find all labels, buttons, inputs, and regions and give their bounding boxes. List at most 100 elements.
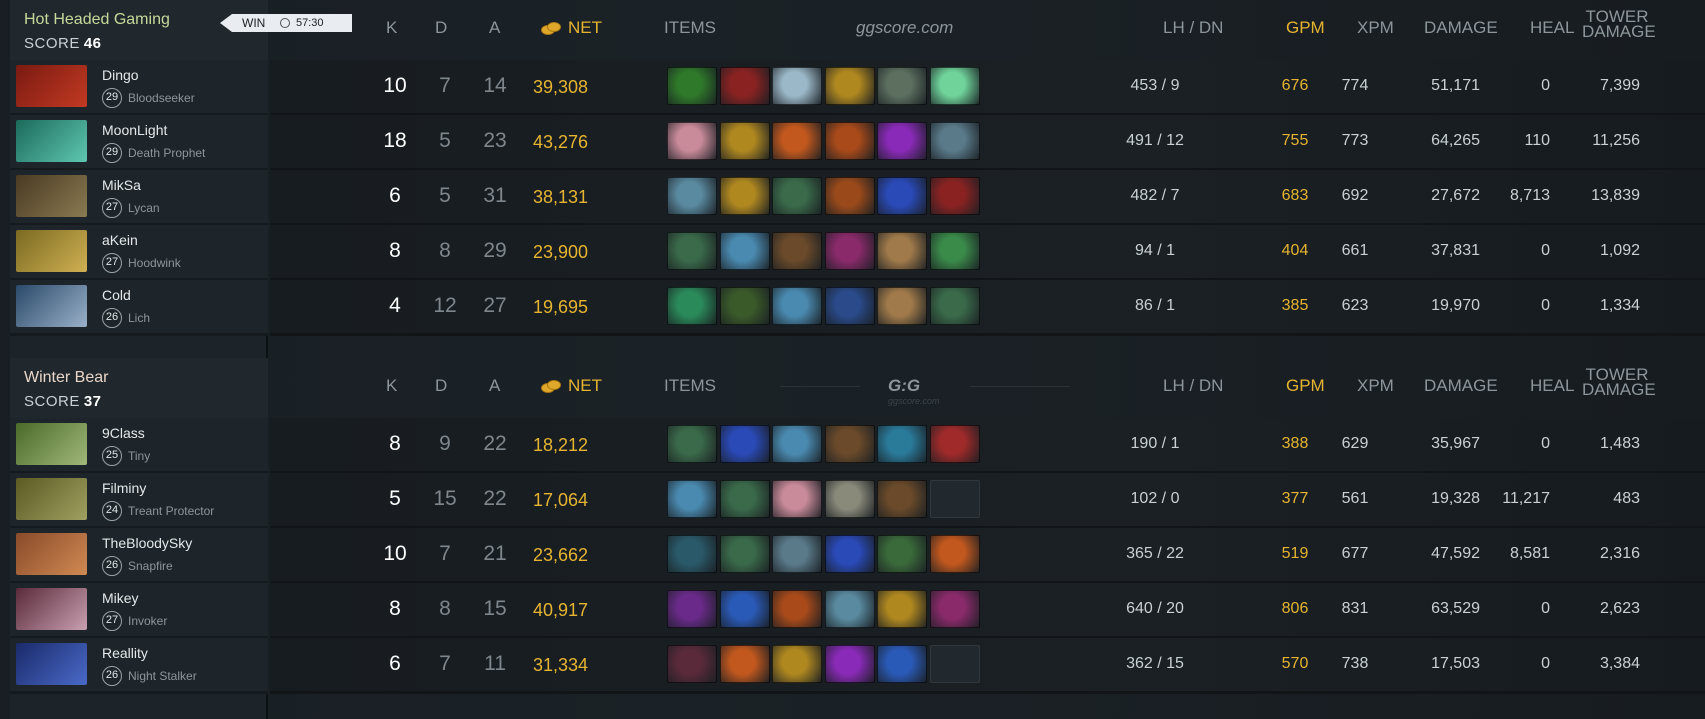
player-row[interactable]: Filminy 24 Treant Protector bbox=[10, 473, 268, 529]
kills: 4 bbox=[389, 294, 401, 317]
item-icon[interactable] bbox=[877, 122, 927, 160]
player-panel: Hot Headed Gaming SCORE 46 WIN 57:30 Wint… bbox=[10, 0, 352, 719]
item-icon[interactable] bbox=[772, 232, 822, 270]
player-name[interactable]: MoonLight bbox=[102, 122, 167, 138]
header-tower-line2: DAMAGE bbox=[1582, 22, 1656, 41]
item-icon[interactable] bbox=[824, 425, 875, 463]
item-icon[interactable] bbox=[929, 287, 980, 325]
item-icon[interactable] bbox=[824, 177, 875, 215]
player-row[interactable]: aKein 27 Hoodwink bbox=[10, 225, 268, 281]
logo-divider-left bbox=[780, 386, 860, 387]
hero-damage: 63,529 bbox=[1431, 600, 1480, 617]
item-icon[interactable] bbox=[772, 425, 822, 463]
xpm: 774 bbox=[1341, 77, 1369, 94]
item-icon[interactable] bbox=[929, 67, 980, 105]
last-hits-denies: 190 / 1 bbox=[1130, 435, 1180, 452]
item-icon[interactable] bbox=[772, 67, 822, 105]
item-icon[interactable] bbox=[719, 590, 770, 628]
item-icon[interactable] bbox=[719, 480, 770, 518]
item-icon[interactable] bbox=[929, 590, 980, 628]
item-icon[interactable] bbox=[719, 287, 770, 325]
item-icon[interactable] bbox=[929, 535, 980, 573]
item-icon[interactable] bbox=[772, 645, 822, 683]
item-icon[interactable] bbox=[667, 590, 717, 628]
player-row[interactable]: TheBloodySky 26 Snapfire bbox=[10, 528, 268, 584]
item-icon[interactable] bbox=[719, 177, 770, 215]
item-icon[interactable] bbox=[667, 287, 717, 325]
player-name[interactable]: Filminy bbox=[102, 480, 146, 496]
tower-damage: 13,839 bbox=[1591, 187, 1640, 204]
assists: 22 bbox=[483, 487, 507, 510]
player-name[interactable]: 9Class bbox=[102, 425, 145, 441]
item-icon[interactable] bbox=[929, 122, 980, 160]
hero-damage: 17,503 bbox=[1431, 655, 1480, 672]
player-name[interactable]: aKein bbox=[102, 232, 138, 248]
item-icon[interactable] bbox=[667, 122, 717, 160]
player-row[interactable]: MoonLight 29 Death Prophet bbox=[10, 115, 268, 171]
item-icon[interactable] bbox=[929, 232, 980, 270]
item-icon[interactable] bbox=[667, 645, 717, 683]
item-icon[interactable] bbox=[667, 232, 717, 270]
player-name[interactable]: Cold bbox=[102, 287, 131, 303]
player-row[interactable]: Mikey 27 Invoker bbox=[10, 583, 268, 639]
item-icon[interactable] bbox=[772, 480, 822, 518]
player-row[interactable]: MikSa 27 Lycan bbox=[10, 170, 268, 226]
player-row[interactable]: Cold 26 Lich bbox=[10, 280, 268, 336]
item-icon[interactable] bbox=[667, 425, 717, 463]
gpm: 385 bbox=[1281, 297, 1309, 314]
item-icon[interactable] bbox=[719, 645, 770, 683]
item-icon[interactable] bbox=[824, 480, 875, 518]
item-icon[interactable] bbox=[824, 645, 875, 683]
item-icon[interactable] bbox=[719, 67, 770, 105]
player-name[interactable]: Reallity bbox=[102, 645, 148, 661]
item-icon[interactable] bbox=[719, 122, 770, 160]
item-icon[interactable] bbox=[824, 287, 875, 325]
item-icon[interactable] bbox=[877, 232, 927, 270]
kills: 6 bbox=[389, 652, 401, 675]
item-icon[interactable] bbox=[667, 535, 717, 573]
item-icon[interactable] bbox=[877, 177, 927, 215]
player-row[interactable]: Dingo 29 Bloodseeker bbox=[10, 60, 268, 116]
item-icon[interactable] bbox=[877, 645, 927, 683]
item-icon[interactable] bbox=[824, 232, 875, 270]
player-name[interactable]: TheBloodySky bbox=[102, 535, 192, 551]
item-icon[interactable] bbox=[877, 480, 927, 518]
item-icon[interactable] bbox=[929, 425, 980, 463]
tower-damage: 483 bbox=[1613, 490, 1640, 507]
header-d: D bbox=[435, 18, 448, 37]
item-icon[interactable] bbox=[877, 67, 927, 105]
item-icon[interactable] bbox=[824, 122, 875, 160]
item-icon[interactable] bbox=[719, 232, 770, 270]
item-icon[interactable] bbox=[929, 177, 980, 215]
item-icon[interactable] bbox=[667, 177, 717, 215]
item-icon[interactable] bbox=[772, 590, 822, 628]
item-icon[interactable] bbox=[877, 590, 927, 628]
player-row[interactable]: 9Class 25 Tiny bbox=[10, 418, 268, 474]
hero-name: Snapfire bbox=[128, 559, 173, 573]
item-icon[interactable] bbox=[824, 535, 875, 573]
item-icon[interactable] bbox=[772, 177, 822, 215]
item-icon[interactable] bbox=[772, 287, 822, 325]
stats-row: 8 8 15 40,917 640 / 20 806 831 63,529 0 2,623 bbox=[270, 583, 1705, 639]
item-icon[interactable] bbox=[877, 425, 927, 463]
item-icon[interactable] bbox=[667, 67, 717, 105]
item-icon[interactable] bbox=[772, 535, 822, 573]
item-icon[interactable] bbox=[877, 535, 927, 573]
item-icon[interactable] bbox=[667, 480, 717, 518]
player-name[interactable]: Dingo bbox=[102, 67, 139, 83]
xpm: 738 bbox=[1341, 655, 1369, 672]
gpm: 519 bbox=[1281, 545, 1309, 562]
item-icon[interactable] bbox=[772, 122, 822, 160]
xpm: 677 bbox=[1341, 545, 1369, 562]
hero-damage: 64,265 bbox=[1431, 132, 1480, 149]
item-icon[interactable] bbox=[719, 425, 770, 463]
player-name[interactable]: MikSa bbox=[102, 177, 141, 193]
player-row[interactable]: Reallity 26 Night Stalker bbox=[10, 638, 268, 694]
xpm: 561 bbox=[1341, 490, 1369, 507]
player-name[interactable]: Mikey bbox=[102, 590, 139, 606]
item-icon[interactable] bbox=[824, 590, 875, 628]
item-icon[interactable] bbox=[877, 287, 927, 325]
hero-name: Lycan bbox=[128, 201, 160, 215]
item-icon[interactable] bbox=[824, 67, 875, 105]
item-icon[interactable] bbox=[719, 535, 770, 573]
